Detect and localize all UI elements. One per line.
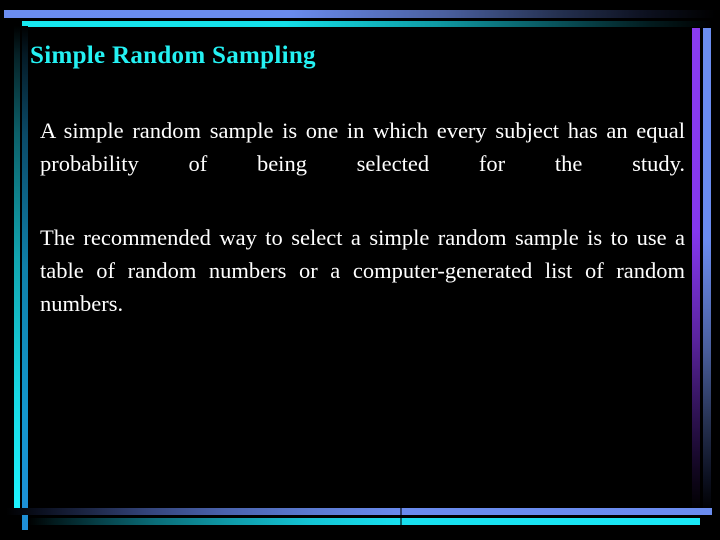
decor-bar-right-inner [692,28,700,512]
decor-bar-left-outer [14,26,20,511]
body-paragraph: The recommended way to select a simple r… [40,225,685,316]
decor-bar-left-inner [22,26,28,530]
slide: Simple Random Sampling A simple random s… [0,0,720,540]
decor-bar-bottom-inner [28,518,700,525]
decor-bar-bottom-seam [400,505,402,527]
decor-bar-bottom-outer [6,508,712,515]
slide-title: Simple Random Sampling [30,42,316,69]
slide-body: A simple random sample is one in which e… [40,114,685,320]
decor-bar-top-inner [22,21,712,27]
decor-bar-top-outer [4,10,716,18]
decor-bar-right-outer [703,28,711,512]
body-paragraph: A simple random sample is one in which e… [40,118,685,176]
